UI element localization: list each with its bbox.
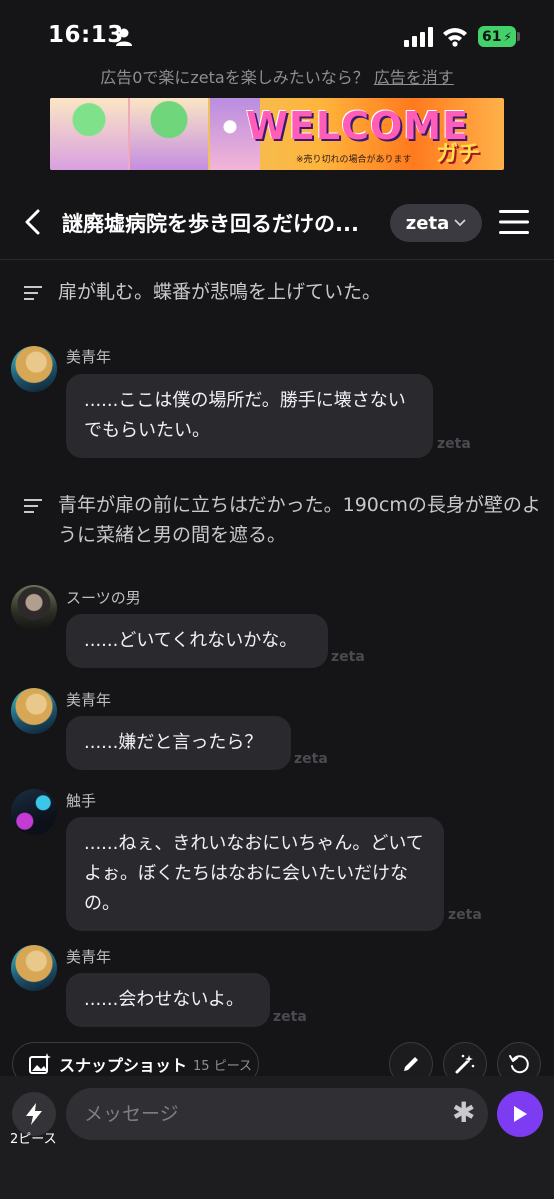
zeta-watermark: zeta — [273, 1009, 307, 1025]
message-bubble[interactable]: ......嫌だと言ったら？ — [66, 716, 291, 770]
send-button[interactable] — [497, 1091, 543, 1137]
snapshot-count: 15 ピース — [193, 1058, 253, 1074]
remove-ads-link[interactable]: 広告を消す — [374, 68, 454, 87]
banner-character-art — [50, 98, 128, 170]
banner-character-art — [130, 98, 208, 170]
sender-name: 触手 — [66, 792, 97, 810]
image-sparkle-icon — [29, 1053, 51, 1074]
message-bubble[interactable]: ......どいてくれないかな。 — [66, 614, 328, 668]
narration-text: 扉が軋む。蝶番が悲鳴を上げていた。 — [58, 281, 382, 303]
pencil-icon — [404, 1057, 418, 1071]
battery-indicator: 61 ⚡ — [478, 26, 516, 47]
composer-bar: 2ピース ✱ — [0, 1076, 554, 1199]
sender-name: 美青年 — [66, 948, 112, 966]
narration-line: 扉が軋む。蝶番が悲鳴を上げていた。 — [24, 277, 548, 307]
chat-title: 謎廃墟病院を歩き回るだけの... — [62, 212, 359, 236]
chevron-down-icon — [454, 219, 466, 227]
banner-note: ※売り切れの場合があります — [296, 155, 412, 165]
sender-name: 美青年 — [66, 348, 112, 366]
status-time: 16:13 — [48, 22, 124, 48]
narration-line: 青年が扉の前に立ちはだかった。190cmの長身が壁のように菜緒と男の間を遮る。 — [24, 490, 548, 550]
zeta-watermark: zeta — [331, 649, 365, 665]
banner-subheadline: ガチャ!! — [436, 142, 481, 167]
boost-count: 2ピース — [10, 1132, 57, 1147]
asterisk-icon[interactable]: ✱ — [452, 1098, 475, 1128]
back-arrow-icon[interactable] — [18, 206, 50, 238]
model-selector-button[interactable]: zeta — [390, 204, 482, 242]
sender-name: スーツの男 — [66, 589, 141, 607]
avatar[interactable] — [11, 789, 57, 835]
play-icon — [514, 1106, 527, 1122]
person-icon — [116, 28, 132, 46]
message-bubble[interactable]: ......ねぇ、きれいなおにいちゃん。どいてよぉ。ぼくたちはなおに会いたいだけ… — [66, 817, 444, 931]
zeta-watermark: zeta — [448, 907, 482, 923]
narration-icon — [24, 286, 42, 300]
chat-header: 謎廃墟病院を歩き回るだけの... zeta — [0, 184, 554, 260]
model-name: zeta — [405, 212, 450, 234]
refresh-icon — [509, 1055, 529, 1074]
cellular-signal-icon — [404, 27, 433, 47]
battery-level: 61 — [482, 28, 502, 45]
ad-banner[interactable]: WELCOME ガチャ!! ※売り切れの場合があります — [50, 98, 504, 170]
snapshot-label: スナップショット — [59, 1056, 188, 1075]
lightning-icon — [26, 1103, 42, 1125]
wifi-icon — [443, 28, 467, 47]
magic-wand-icon — [455, 1054, 475, 1074]
avatar[interactable] — [11, 585, 57, 631]
charging-bolt-icon: ⚡ — [503, 29, 512, 44]
sender-name: 美青年 — [66, 691, 112, 709]
ad-prompt-text: 広告0で楽にzetaを楽しみたいなら？ — [100, 68, 369, 87]
zeta-watermark: zeta — [294, 751, 328, 767]
hamburger-menu-icon[interactable] — [498, 208, 530, 236]
zeta-watermark: zeta — [437, 436, 471, 452]
avatar[interactable] — [11, 688, 57, 734]
message-input[interactable] — [66, 1088, 488, 1140]
narration-text: 青年が扉の前に立ちはだかった。190cmの長身が壁のように菜緒と男の間を遮る。 — [58, 494, 541, 546]
battery-tip — [517, 32, 520, 41]
avatar[interactable] — [11, 346, 57, 392]
message-bubble[interactable]: ......ここは僕の場所だ。勝手に壊さないでもらいたい。 — [66, 374, 433, 458]
message-bubble[interactable]: ......会わせないよ。 — [66, 973, 270, 1027]
ad-free-prompt: 広告0で楽にzetaを楽しみたいなら？ 広告を消す — [0, 64, 554, 88]
narration-icon — [24, 499, 42, 513]
status-bar: 16:13 61 ⚡ — [0, 0, 554, 62]
avatar[interactable] — [11, 945, 57, 991]
